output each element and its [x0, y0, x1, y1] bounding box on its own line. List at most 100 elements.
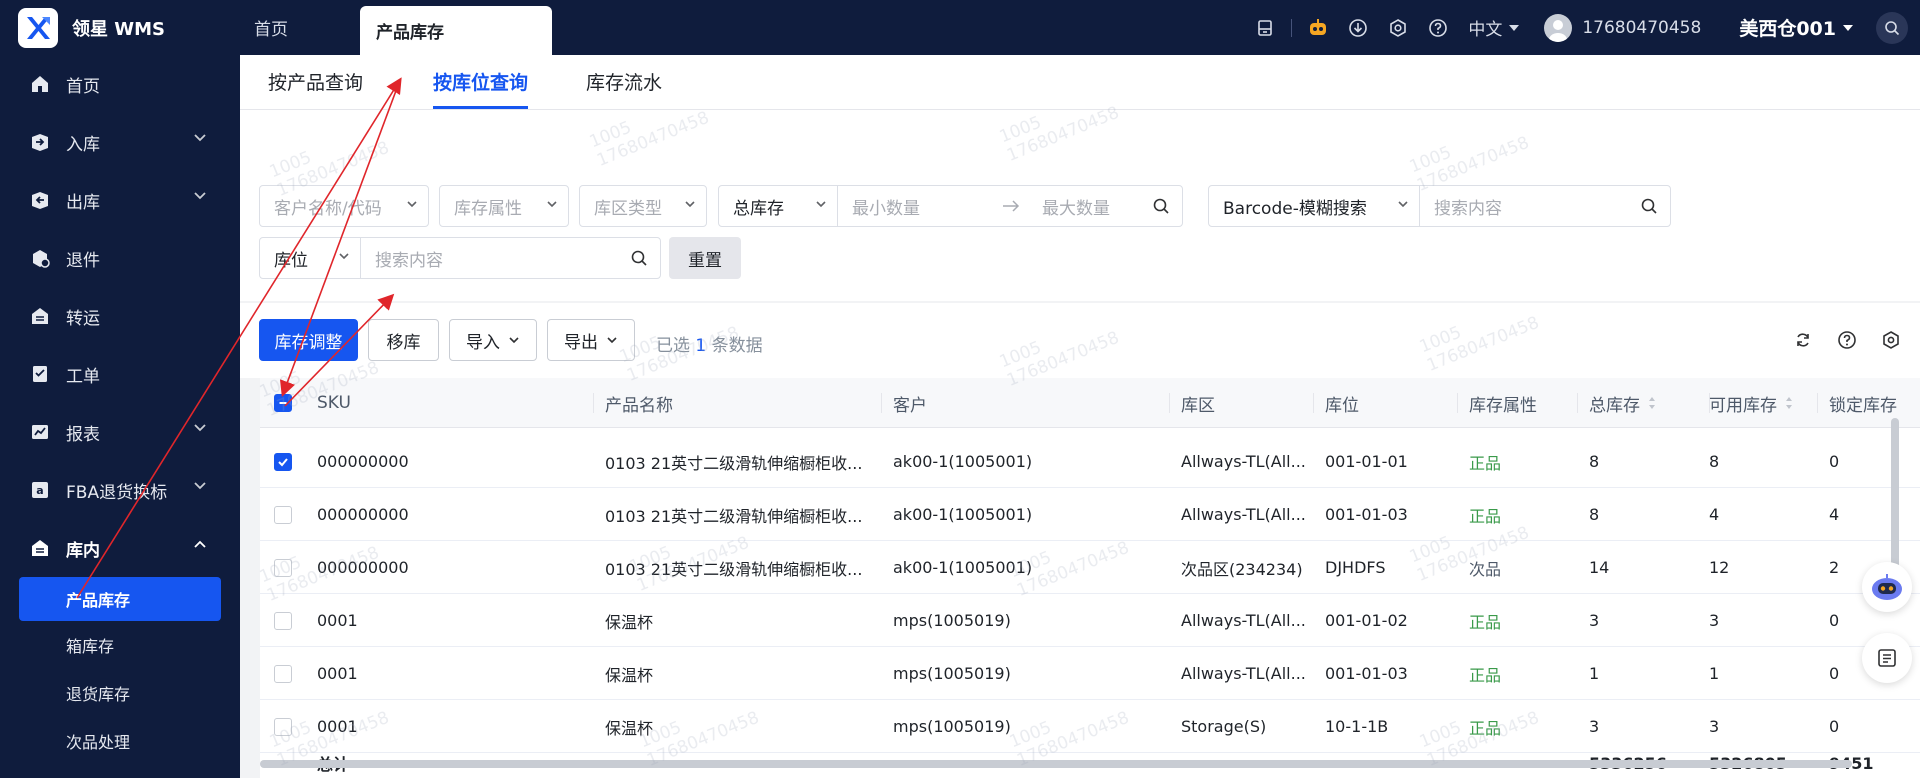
refresh-icon[interactable] [1788, 325, 1818, 355]
stock-attr-select[interactable]: 库存属性 [439, 185, 569, 227]
select-all-checkbox[interactable] [274, 378, 292, 428]
sidebar-item-home[interactable]: 首页 [0, 55, 240, 113]
table-row[interactable]: 000000000 0103 21英寸二级滑轨伸缩橱柜收... ak00-1(100… [260, 435, 1920, 488]
table-row[interactable]: 000000000 0103 21英寸二级滑轨伸缩橱柜收... ak00-1(100… [260, 541, 1920, 594]
table-row[interactable]: 0001 保温杯 mps(1005019) Storage(S) 10-1-1B 正品 3 3… [260, 700, 1920, 753]
printer-icon[interactable] [1245, 0, 1285, 55]
sidebar-item-returns[interactable]: 退件 [0, 229, 240, 287]
sidebar-item-transfer[interactable]: 转运 [0, 287, 240, 345]
search-icon[interactable] [1152, 197, 1170, 215]
reset-button[interactable]: 重置 [669, 237, 741, 279]
home-icon [28, 72, 52, 96]
language-switcher[interactable]: 中文 [1468, 15, 1520, 40]
help-icon[interactable] [1418, 0, 1458, 55]
user-phone: 17680470458 [1582, 17, 1702, 38]
query-tabs: 按产品查询 按库位查询 库存流水 [240, 55, 1920, 110]
table-header: SKU 产品名称 客户 库区 库位 库存属性 总库存 可用库存 锁定库存 [260, 378, 1920, 428]
chevron-down-icon [194, 482, 206, 490]
col-available-stock[interactable]: 可用库存 [1709, 378, 1793, 428]
main-content: 按产品查询 按库位查询 库存流水 客户名称/代码 库存属性 库区类型 总库存 最… [240, 55, 1920, 778]
location-mode-select[interactable]: 库位 [259, 237, 361, 279]
tab-home[interactable]: 首页 [240, 0, 360, 55]
tab-product-inventory[interactable]: 产品库存 [360, 6, 552, 55]
sidebar-item-workorder[interactable]: 工单 [0, 345, 240, 403]
qty-range-input[interactable]: 最小数量 最大数量 [837, 185, 1183, 227]
user-menu[interactable]: 17680470458 [1544, 13, 1702, 42]
inventory-table: SKU 产品名称 客户 库区 库位 库存属性 总库存 可用库存 锁定库存 000… [260, 378, 1920, 778]
sidebar-subitem-return-inventory[interactable]: 退货库存 [0, 669, 240, 717]
global-search-icon[interactable] [1876, 11, 1908, 44]
help-icon[interactable] [1832, 325, 1862, 355]
column-settings-icon[interactable] [1876, 325, 1906, 355]
download-icon[interactable] [1338, 0, 1378, 55]
assistant-bot-button[interactable] [1862, 562, 1912, 612]
table-row[interactable]: 0001 保温杯 mps(1005019) Allways-TL(All... 001-… [260, 647, 1920, 700]
customer-select[interactable]: 客户名称/代码 [259, 185, 429, 227]
move-stock-button[interactable]: 移库 [368, 319, 439, 361]
cell-customer: mps(1005019) [893, 664, 1011, 683]
sidebar-subitem-product-inventory[interactable]: 产品库存 [19, 577, 221, 621]
cell-total-stock: 1 [1589, 664, 1600, 683]
tab-by-location[interactable]: 按库位查询 [423, 68, 538, 109]
location-search-placeholder: 搜索内容 [375, 250, 443, 271]
barcode-search-input[interactable]: 搜索内容 [1419, 185, 1671, 227]
cell-location: 001-01-01 [1325, 452, 1408, 471]
cell-sku: 000000000 [317, 558, 409, 577]
col-total-stock[interactable]: 总库存 [1589, 378, 1656, 428]
row-checkbox[interactable] [274, 700, 292, 753]
tab-inventory-flow[interactable]: 库存流水 [576, 68, 672, 109]
cell-sku: 0001 [317, 611, 358, 630]
cell-locked-stock: 4 [1829, 505, 1840, 524]
search-icon[interactable] [1640, 197, 1658, 215]
cell-total-stock: 3 [1589, 611, 1600, 630]
sidebar-item-in-warehouse[interactable]: 库内 [0, 519, 240, 577]
cell-available-stock: 8 [1709, 452, 1720, 471]
warehouse-switcher[interactable]: 美西仓001 [1739, 14, 1854, 41]
sidebar-item-reports[interactable]: 报表 [0, 403, 240, 461]
sidebar-item-fba[interactable]: a FBA退货换标 [0, 461, 240, 519]
customer-select-placeholder: 客户名称/代码 [274, 198, 382, 219]
barcode-mode-value: Barcode-模糊搜索 [1223, 198, 1367, 219]
chevron-down-icon [607, 337, 617, 344]
row-checkbox[interactable] [274, 488, 292, 541]
table-row[interactable]: 0001 保温杯 mps(1005019) Allways-TL(All... 001-… [260, 594, 1920, 647]
row-checkbox[interactable] [274, 647, 292, 700]
import-button[interactable]: 导入 [449, 319, 537, 361]
sidebar-subitem-defective[interactable]: 次品处理 [0, 717, 240, 765]
arrow-right-icon [1003, 200, 1020, 212]
row-checkbox[interactable] [274, 594, 292, 647]
outbound-icon [28, 188, 52, 212]
feedback-button[interactable] [1862, 633, 1912, 683]
sidebar-subitem-box-inventory[interactable]: 箱库存 [0, 621, 240, 669]
sort-icon [1648, 396, 1656, 410]
tab-by-product[interactable]: 按产品查询 [258, 68, 373, 109]
settings-icon[interactable] [1378, 0, 1418, 55]
selected-count: 1 [695, 336, 707, 356]
sidebar-item-outbound[interactable]: 出库 [0, 171, 240, 229]
adjust-stock-button[interactable]: 库存调整 [259, 319, 358, 361]
row-checkbox[interactable] [274, 541, 292, 594]
import-label: 导入 [466, 332, 500, 353]
cell-product-name: 0103 21英寸二级滑轨伸缩橱柜收... [605, 559, 863, 579]
cell-customer: ak00-1(1005001) [893, 452, 1033, 471]
max-qty-input[interactable]: 最大数量 [1042, 194, 1110, 219]
sidebar-item-label: 工单 [66, 366, 100, 387]
qty-type-select[interactable]: 总库存 [718, 185, 838, 227]
sidebar-item-inbound[interactable]: 入库 [0, 113, 240, 171]
location-search-input[interactable]: 搜索内容 [360, 237, 661, 279]
table-row[interactable]: 000000000 0103 21英寸二级滑轨伸缩橱柜收... ak00-1(100… [260, 488, 1920, 541]
row-checkbox[interactable] [274, 435, 292, 488]
zone-type-select[interactable]: 库区类型 [579, 185, 707, 227]
export-button[interactable]: 导出 [547, 319, 635, 361]
cell-locked-stock: 0 [1829, 664, 1840, 683]
barcode-mode-select[interactable]: Barcode-模糊搜索 [1208, 185, 1420, 227]
cell-customer: mps(1005019) [893, 611, 1011, 630]
brand[interactable]: 领星 WMS [0, 0, 240, 55]
chevron-down-icon [816, 201, 826, 208]
horizontal-scrollbar[interactable] [260, 760, 1852, 768]
cell-available-stock: 1 [1709, 664, 1720, 683]
search-icon[interactable] [630, 249, 648, 267]
min-qty-input[interactable]: 最小数量 [852, 194, 1002, 219]
robot-icon[interactable] [1298, 0, 1338, 55]
cell-location: 10-1-1B [1325, 717, 1389, 736]
